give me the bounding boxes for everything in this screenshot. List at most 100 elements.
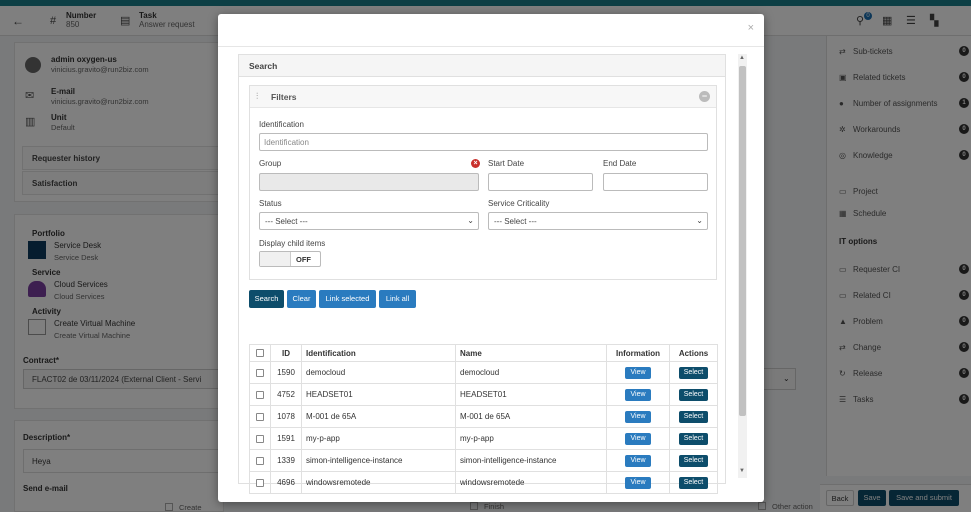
group-label: Group bbox=[259, 159, 282, 168]
select-button[interactable]: Select bbox=[678, 388, 709, 401]
modal-scrollbar[interactable]: ▲ ▼ bbox=[738, 54, 747, 478]
row-id: 1339 bbox=[270, 449, 302, 472]
row-name: democloud bbox=[455, 361, 607, 384]
row-action-cell: Select bbox=[669, 361, 718, 384]
row-identification: democloud bbox=[301, 361, 456, 384]
results-table: ID Identification Name Information Actio… bbox=[249, 344, 718, 494]
scroll-up-icon[interactable]: ▲ bbox=[739, 55, 745, 61]
row-select-cell bbox=[249, 427, 271, 450]
col-identification[interactable]: Identification bbox=[301, 344, 456, 362]
chevron-down-icon: ⌄ bbox=[467, 216, 474, 225]
row-info-cell: View bbox=[606, 383, 670, 406]
row-action-cell: Select bbox=[669, 449, 718, 472]
row-id: 1591 bbox=[270, 427, 302, 450]
clear-button[interactable]: Clear bbox=[287, 290, 316, 308]
scroll-thumb[interactable] bbox=[739, 66, 746, 416]
col-id[interactable]: ID bbox=[270, 344, 302, 362]
view-button[interactable]: View bbox=[625, 388, 651, 401]
search-panel-header: Search bbox=[239, 55, 725, 77]
group-input[interactable] bbox=[259, 173, 479, 191]
row-name: my-p-app bbox=[455, 427, 607, 450]
start-date-input[interactable] bbox=[488, 173, 593, 191]
view-button[interactable]: View bbox=[625, 454, 651, 467]
criticality-value: --- Select --- bbox=[494, 217, 537, 226]
filters-title: Filters bbox=[271, 92, 297, 102]
table-row: 1590 democloud democloud View Select bbox=[249, 361, 718, 384]
link-selected-button[interactable]: Link selected bbox=[319, 290, 376, 308]
select-button[interactable]: Select bbox=[678, 366, 709, 379]
toggle-state: OFF bbox=[296, 255, 311, 264]
row-action-cell: Select bbox=[669, 405, 718, 428]
view-button[interactable]: View bbox=[625, 366, 651, 379]
chevron-down-icon: ⌄ bbox=[696, 216, 703, 225]
collapse-icon[interactable]: − bbox=[699, 91, 710, 102]
link-all-button[interactable]: Link all bbox=[379, 290, 416, 308]
close-icon[interactable]: × bbox=[748, 22, 754, 34]
row-select-cell bbox=[249, 383, 271, 406]
table-header-row: ID Identification Name Information Actio… bbox=[249, 344, 718, 362]
row-id: 1590 bbox=[270, 361, 302, 384]
view-button[interactable]: View bbox=[625, 432, 651, 445]
table-row: 4752 HEADSET01 HEADSET01 View Select bbox=[249, 383, 718, 406]
row-name: HEADSET01 bbox=[455, 383, 607, 406]
end-date-label: End Date bbox=[603, 159, 637, 168]
toggle-knob bbox=[260, 252, 291, 266]
view-button[interactable]: View bbox=[625, 410, 651, 423]
select-button[interactable]: Select bbox=[678, 432, 709, 445]
child-items-toggle[interactable]: OFF bbox=[259, 251, 321, 267]
search-panel: Search ⫶ Filters − Identification Group … bbox=[238, 54, 726, 494]
search-modal: × ▲ ▼ Search ⫶ Filters − Identification … bbox=[218, 14, 764, 502]
filters-header[interactable]: ⫶ Filters − bbox=[250, 86, 716, 108]
table-row: 1078 M-001 de 65A M-001 de 65A View Sele… bbox=[249, 405, 718, 428]
sliders-icon: ⫶ bbox=[256, 91, 259, 101]
table-row: 1591 my-p-app my-p-app View Select bbox=[249, 427, 718, 450]
select-button[interactable]: Select bbox=[678, 410, 709, 423]
table-row: 1339 simon-intelligence-instance simon-i… bbox=[249, 449, 718, 472]
row-identification: windowsremotede bbox=[301, 471, 456, 494]
table-row: 4696 windowsremotede windowsremotede Vie… bbox=[249, 471, 718, 494]
row-id: 4752 bbox=[270, 383, 302, 406]
modal-divider bbox=[218, 46, 764, 47]
filters-panel: ⫶ Filters − Identification Group × Start… bbox=[249, 85, 717, 280]
criticality-select[interactable]: --- Select --- ⌄ bbox=[488, 212, 708, 230]
identification-input[interactable] bbox=[259, 133, 708, 151]
end-date-input[interactable] bbox=[603, 173, 708, 191]
row-checkbox[interactable] bbox=[256, 368, 264, 377]
row-identification: simon-intelligence-instance bbox=[301, 449, 456, 472]
row-name: M-001 de 65A bbox=[455, 405, 607, 428]
row-checkbox[interactable] bbox=[256, 456, 264, 465]
row-action-cell: Select bbox=[669, 383, 718, 406]
select-button[interactable]: Select bbox=[678, 454, 709, 467]
col-name[interactable]: Name bbox=[455, 344, 607, 362]
row-checkbox[interactable] bbox=[256, 390, 264, 399]
row-info-cell: View bbox=[606, 361, 670, 384]
child-items-label: Display child items bbox=[259, 239, 326, 248]
row-info-cell: View bbox=[606, 471, 670, 494]
row-name: simon-intelligence-instance bbox=[455, 449, 607, 472]
row-select-cell bbox=[249, 405, 271, 428]
identification-label: Identification bbox=[259, 120, 304, 129]
row-info-cell: View bbox=[606, 405, 670, 428]
select-all-checkbox[interactable] bbox=[256, 349, 264, 358]
scroll-down-icon[interactable]: ▼ bbox=[739, 468, 745, 474]
search-button[interactable]: Search bbox=[249, 290, 284, 308]
select-all-cell bbox=[249, 344, 271, 362]
row-info-cell: View bbox=[606, 427, 670, 450]
row-info-cell: View bbox=[606, 449, 670, 472]
row-checkbox[interactable] bbox=[256, 434, 264, 443]
row-id: 1078 bbox=[270, 405, 302, 428]
row-identification: my-p-app bbox=[301, 427, 456, 450]
start-date-label: Start Date bbox=[488, 159, 525, 168]
row-select-cell bbox=[249, 449, 271, 472]
select-button[interactable]: Select bbox=[678, 476, 709, 489]
row-identification: M-001 de 65A bbox=[301, 405, 456, 428]
row-checkbox[interactable] bbox=[256, 478, 264, 487]
criticality-label: Service Criticality bbox=[488, 199, 550, 208]
row-checkbox[interactable] bbox=[256, 412, 264, 421]
group-clear-icon[interactable]: × bbox=[471, 159, 480, 168]
view-button[interactable]: View bbox=[625, 476, 651, 489]
row-select-cell bbox=[249, 471, 271, 494]
row-name: windowsremotede bbox=[455, 471, 607, 494]
col-information: Information bbox=[606, 344, 670, 362]
status-select[interactable]: --- Select --- ⌄ bbox=[259, 212, 479, 230]
